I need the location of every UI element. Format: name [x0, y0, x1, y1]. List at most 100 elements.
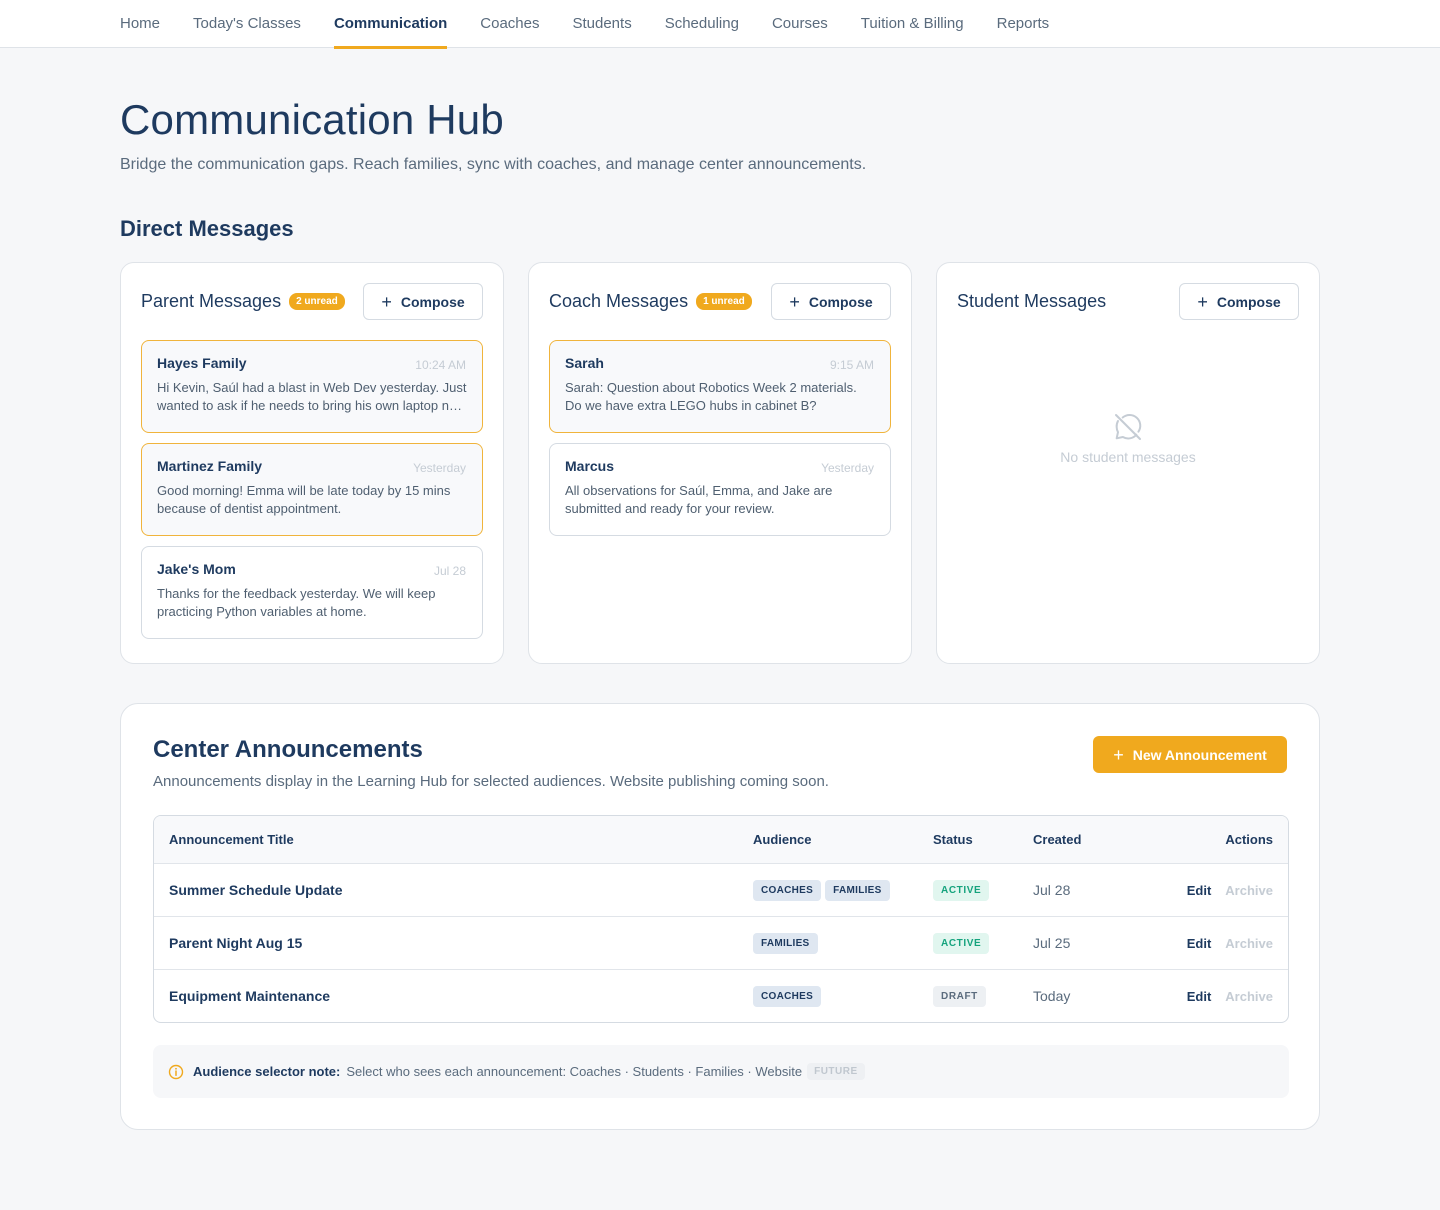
status-cell: ACTIVE: [933, 917, 990, 969]
message-time: 9:15 AM: [829, 358, 874, 372]
audience-note: Audience selector note: Select who sees …: [153, 1045, 1289, 1098]
audience-tag: COACHES: [753, 879, 822, 901]
announcement-title[interactable]: Parent Night Aug 15: [169, 935, 302, 951]
announcements-panel: Center Announcements Announcements displ…: [120, 703, 1320, 1130]
edit-button[interactable]: Edit: [1187, 936, 1212, 951]
info-icon: [168, 1064, 184, 1080]
archive-button[interactable]: Archive: [1225, 883, 1273, 898]
message-time: Yesterday: [821, 461, 874, 475]
message-preview: Thanks for the feedback yesterday. We wi…: [157, 586, 436, 619]
parent-messages-header: Parent Messages 2 unread + Compose: [141, 283, 483, 320]
announcements-subtitle: Announcements display in the Learning Hu…: [153, 773, 829, 790]
plus-icon: +: [1113, 744, 1124, 765]
message-card[interactable]: Sarah 9:15 AM Sarah: Question about Roboti…: [549, 340, 891, 433]
new-announcement-button[interactable]: + New Announcement: [1093, 736, 1287, 773]
parent-messages-panel: Parent Messages 2 unread + Compose Hayes…: [120, 262, 504, 664]
message-preview: Hi Kevin, Saúl had a blast in Web Dev ye…: [157, 380, 467, 413]
created-date: Jul 25: [1033, 935, 1071, 951]
audience-cell: COACHES: [753, 970, 825, 1022]
audience-cell: FAMILIES: [753, 917, 822, 969]
archive-button[interactable]: Archive: [1225, 989, 1273, 1004]
compose-coach-button[interactable]: + Compose: [771, 283, 891, 320]
announcements-title: Center Announcements: [153, 736, 423, 763]
column-header-actions: Actions: [1225, 832, 1273, 847]
empty-state-text: No student messages: [1060, 449, 1196, 465]
coach-messages-header: Coach Messages 1 unread + Compose: [549, 283, 891, 320]
message-time: Jul 28: [433, 564, 466, 578]
announcement-title-cell: Parent Night Aug 15: [169, 917, 302, 969]
coach-messages-panel: Coach Messages 1 unread + Compose Sarah 9…: [528, 262, 912, 664]
message-preview: All observations for Saúl, Emma, and Jak…: [565, 483, 833, 516]
chat-off-icon: [1115, 413, 1142, 440]
nav-item-students[interactable]: Students: [572, 0, 631, 48]
message-card[interactable]: Hayes Family 10:24 AM Hi Kevin, Saúl had a…: [141, 340, 483, 433]
compose-label: Compose: [1216, 293, 1281, 310]
compose-label: Compose: [808, 293, 873, 310]
nav-item-reports[interactable]: Reports: [997, 0, 1050, 48]
status-badge: ACTIVE: [933, 879, 990, 901]
student-messages-header: Student Messages + Compose: [957, 283, 1299, 320]
actions-cell: Edit Archive: [1187, 917, 1273, 969]
announcement-title-cell: Equipment Maintenance: [169, 970, 330, 1022]
message-card[interactable]: Marcus Yesterday All observations for Saúl…: [549, 443, 891, 536]
created-date: Today: [1033, 988, 1071, 1004]
created-cell: Today: [1033, 970, 1070, 1022]
nav-item-today-s-classes[interactable]: Today's Classes: [193, 0, 301, 48]
edit-button[interactable]: Edit: [1187, 883, 1212, 898]
parent-messages-title: Parent Messages: [141, 291, 282, 311]
parent-message-list: Hayes Family 10:24 AM Hi Kevin, Saúl had a…: [141, 340, 483, 649]
compose-label: Compose: [400, 293, 465, 310]
unread-badge: 2 unread: [289, 293, 345, 310]
message-card[interactable]: Jake's Mom Jul 28 Thanks for the feedback …: [141, 546, 483, 639]
actions-cell: Edit Archive: [1187, 970, 1273, 1022]
student-messages-title: Student Messages: [957, 291, 1107, 311]
announcement-title[interactable]: Summer Schedule Update: [169, 882, 343, 898]
note-text: Select who sees each announcement: Coach…: [346, 1064, 803, 1079]
audience-tag: FAMILIES: [753, 932, 818, 954]
table-row: Parent Night Aug 15 FAMILIES ACTIVE Jul 25 E…: [154, 916, 1288, 969]
status-cell: ACTIVE: [933, 864, 990, 916]
edit-button[interactable]: Edit: [1187, 989, 1212, 1004]
created-cell: Jul 28: [1033, 864, 1070, 916]
status-badge: ACTIVE: [933, 932, 990, 954]
coach-message-list: Sarah 9:15 AM Sarah: Question about Roboti…: [549, 340, 891, 546]
future-badge: FUTURE: [807, 1063, 865, 1080]
column-header-title: Announcement Title: [169, 832, 294, 847]
status-cell: DRAFT: [933, 970, 986, 1022]
actions-cell: Edit Archive: [1187, 864, 1273, 916]
message-preview: Sarah: Question about Robotics Week 2 ma…: [565, 380, 857, 413]
nav-item-communication[interactable]: Communication: [333, 0, 448, 49]
nav-list: Home Today's Classes Communication Coaches S…: [120, 0, 1082, 49]
compose-parent-button[interactable]: + Compose: [363, 283, 483, 320]
announcement-title-cell: Summer Schedule Update: [169, 864, 343, 916]
announcement-title[interactable]: Equipment Maintenance: [169, 988, 330, 1004]
nav-item-coaches[interactable]: Coaches: [480, 0, 539, 48]
nav-item-tuition-billing[interactable]: Tuition & Billing: [861, 0, 964, 48]
note-label: Audience selector note:: [193, 1064, 341, 1079]
status-badge: DRAFT: [933, 985, 986, 1007]
table-row: Equipment Maintenance COACHES DRAFT Today Ed…: [154, 969, 1288, 1022]
message-preview: Good morning! Emma will be late today by…: [157, 483, 451, 516]
announcements-table: Announcement Title Audience Status Creat…: [153, 815, 1289, 1023]
message-card[interactable]: Martinez Family Yesterday Good morning! Em…: [141, 443, 483, 536]
created-date: Jul 28: [1033, 882, 1071, 898]
table-header: Announcement Title Audience Status Creat…: [154, 816, 1288, 863]
table-row: Summer Schedule Update COACHES FAMILIES ACT…: [154, 863, 1288, 916]
column-header-status: Status: [933, 832, 973, 847]
column-header-created: Created: [1033, 832, 1082, 847]
message-sender: Jake's Mom: [157, 561, 236, 577]
coach-messages-title: Coach Messages: [549, 291, 689, 311]
message-sender: Sarah: [565, 355, 604, 371]
archive-button[interactable]: Archive: [1225, 936, 1273, 951]
nav-item-scheduling[interactable]: Scheduling: [665, 0, 739, 48]
audience-cell: COACHES FAMILIES: [753, 864, 894, 916]
compose-student-button[interactable]: + Compose: [1179, 283, 1299, 320]
nav-item-courses[interactable]: Courses: [772, 0, 828, 48]
created-cell: Jul 25: [1033, 917, 1070, 969]
page-subtitle: Bridge the communication gaps. Reach fam…: [120, 156, 867, 173]
nav-item-home[interactable]: Home: [120, 0, 160, 48]
direct-messages-heading: Direct Messages: [120, 216, 294, 241]
page-title: Communication Hub: [120, 96, 504, 143]
audience-tag: COACHES: [753, 985, 822, 1007]
unread-badge: 1 unread: [696, 293, 752, 310]
